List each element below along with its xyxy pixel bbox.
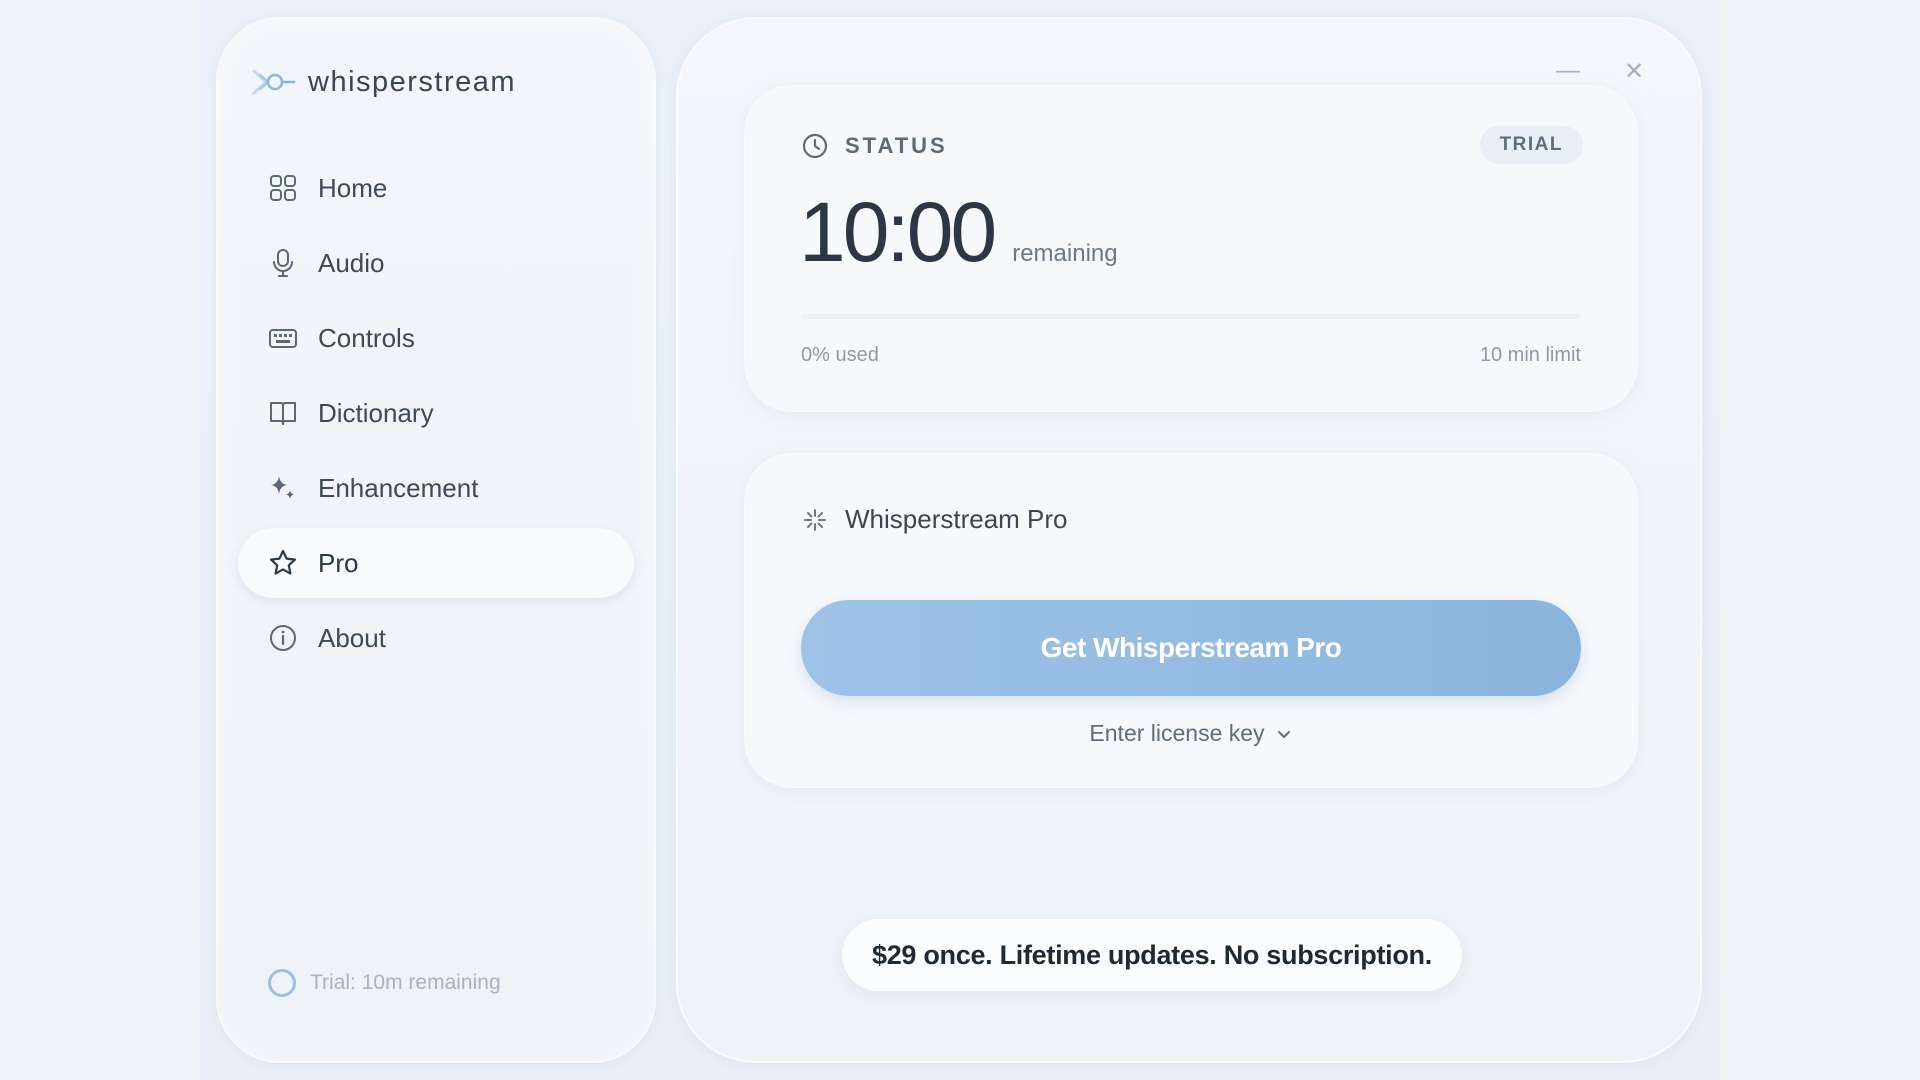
close-button[interactable]: ✕	[1618, 55, 1650, 87]
main-panel: — ✕ STATUS TRIAL 10:00 remaining 0% used…	[676, 17, 1702, 1063]
pro-header: Whisperstream Pro	[801, 504, 1068, 535]
keyboard-icon	[269, 329, 297, 348]
pro-card: Whisperstream Pro Get Whisperstream Pro …	[744, 453, 1638, 788]
minimize-button[interactable]: —	[1552, 55, 1584, 87]
license-key-label: Enter license key	[1089, 720, 1265, 746]
app-name: whisperstream	[308, 65, 517, 98]
time-remaining: 10:00 remaining	[799, 184, 1118, 281]
grid-icon	[270, 175, 296, 201]
info-icon	[270, 625, 296, 651]
status-label: STATUS	[845, 133, 948, 158]
star-icon	[269, 549, 297, 575]
brand: whisperstream	[250, 65, 516, 99]
time-value: 10:00	[799, 185, 997, 279]
trial-progress-ring-icon	[268, 969, 296, 997]
sidebar-item-label: Pro	[318, 547, 359, 578]
license-key-toggle[interactable]: Enter license key	[745, 720, 1637, 747]
status-card: STATUS TRIAL 10:00 remaining 0% used 10 …	[744, 85, 1638, 412]
sidebar-item-pro[interactable]: Pro	[238, 528, 634, 598]
usage-progress-bar	[801, 314, 1581, 319]
chevron-down-icon	[1277, 730, 1290, 738]
trial-status-text: Trial: 10m remaining	[310, 971, 501, 994]
sparkles-icon	[271, 476, 294, 499]
trial-badge: TRIAL	[1479, 126, 1583, 164]
sidebar-item-label: About	[318, 622, 386, 653]
sidebar-item-label: Controls	[318, 322, 415, 353]
pro-title: Whisperstream Pro	[845, 504, 1068, 534]
sidebar-item-label: Dictionary	[318, 397, 434, 428]
usage-percent: 0% used	[801, 344, 879, 366]
pricing-pill: $29 once. Lifetime updates. No subscript…	[842, 919, 1462, 991]
sidebar-item-home[interactable]: Home	[238, 153, 634, 223]
sidebar-item-dictionary[interactable]: Dictionary	[238, 378, 634, 448]
get-pro-button[interactable]: Get Whisperstream Pro	[801, 600, 1581, 696]
status-header: STATUS	[801, 132, 948, 160]
sidebar-item-about[interactable]: About	[238, 603, 634, 673]
sidebar-item-audio[interactable]: Audio	[238, 228, 634, 298]
sidebar-item-controls[interactable]: Controls	[238, 303, 634, 373]
pricing-text: $29 once. Lifetime updates. No subscript…	[872, 939, 1432, 970]
loader-icon	[804, 508, 826, 531]
usage-limit: 10 min limit	[1479, 344, 1581, 366]
sidebar-item-label: Home	[318, 172, 388, 203]
trial-status: Trial: 10m remaining	[268, 969, 501, 997]
sidebar: whisperstream Home Audio Controls Dictio…	[216, 17, 656, 1063]
clock-icon	[802, 133, 828, 159]
microphone-icon	[273, 249, 293, 277]
book-icon	[270, 402, 296, 425]
time-suffix: remaining	[1012, 240, 1118, 267]
sidebar-item-label: Audio	[318, 247, 385, 278]
whisperstream-logo-icon	[252, 69, 296, 95]
sidebar-item-label: Enhancement	[318, 472, 479, 503]
sidebar-nav: Home Audio Controls Dictionary Enhanceme…	[238, 153, 634, 678]
sidebar-item-enhancement[interactable]: Enhancement	[238, 453, 634, 523]
